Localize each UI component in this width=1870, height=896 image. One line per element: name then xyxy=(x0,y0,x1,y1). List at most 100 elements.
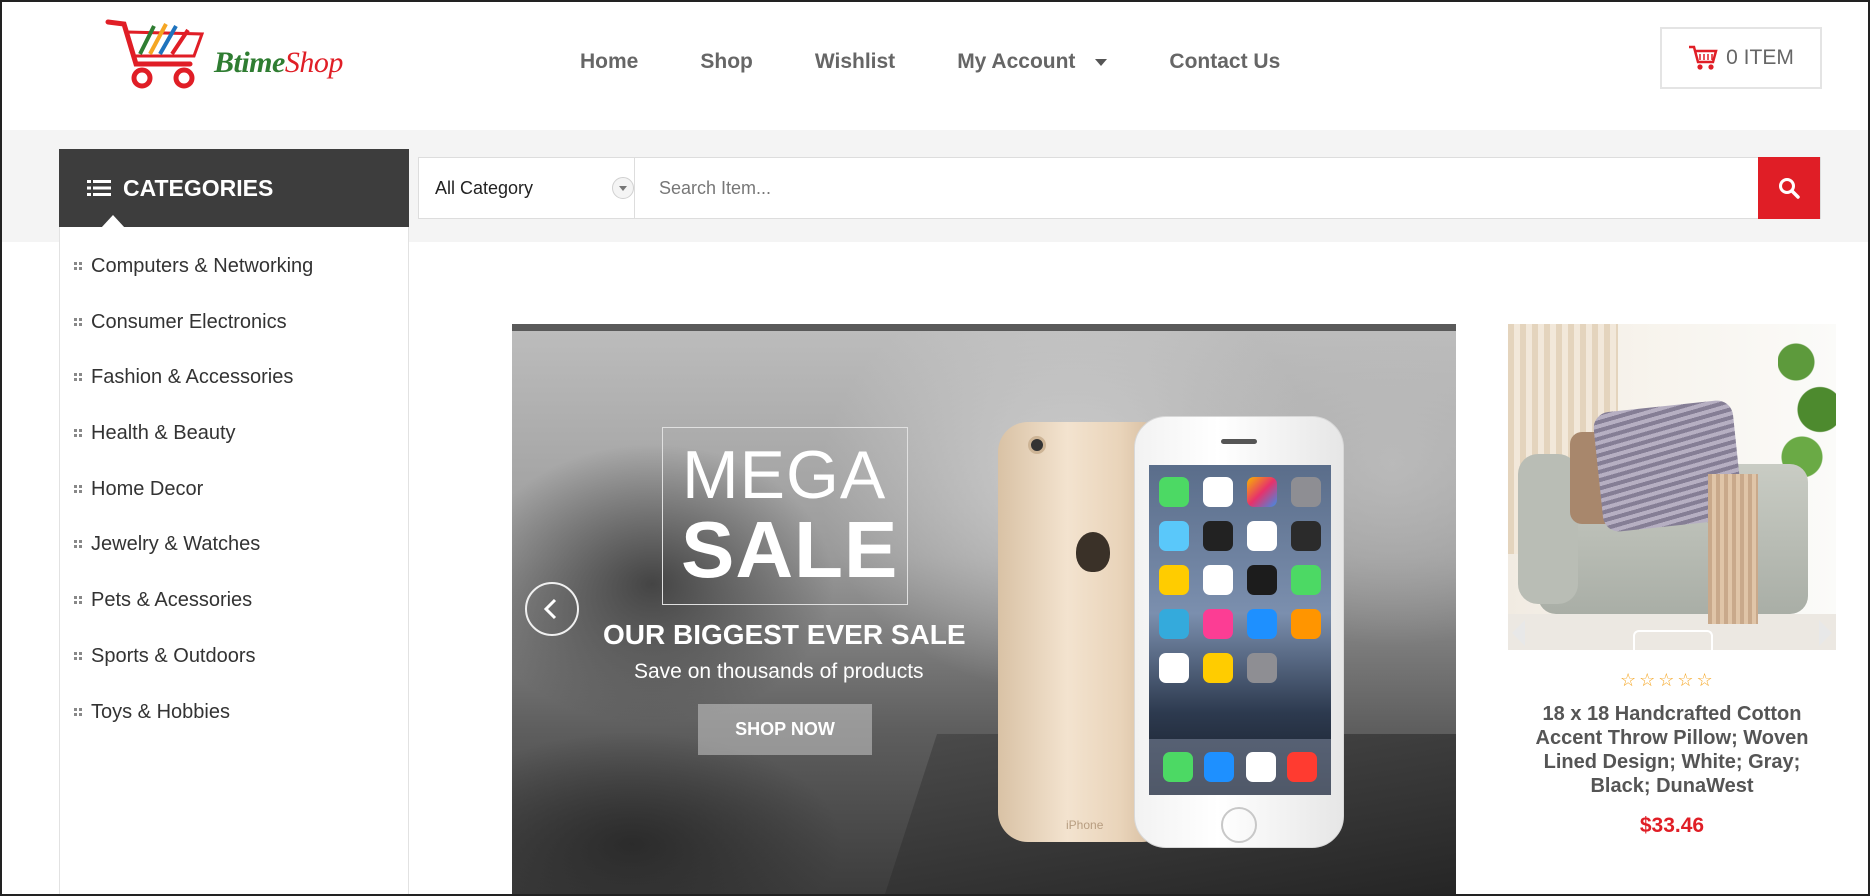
clock-icon xyxy=(1203,521,1233,551)
apple-logo-icon xyxy=(1076,532,1110,572)
category-select[interactable]: All Category xyxy=(419,158,635,218)
camera-lens xyxy=(1028,436,1046,454)
category-item[interactable]: Health & Beauty xyxy=(60,422,408,478)
categories-title: CATEGORIES xyxy=(123,174,274,201)
banner-headline-line1: MEGA xyxy=(682,437,887,513)
category-item[interactable]: Sports & Outdoors xyxy=(60,645,408,701)
category-label: Computers & Networking xyxy=(91,255,314,277)
banner-top-bar xyxy=(512,324,1456,331)
messages-icon xyxy=(1159,477,1189,507)
cart-logo-icon xyxy=(105,19,205,89)
category-label: Consumer Electronics xyxy=(91,310,287,333)
category-item[interactable]: Home Decor xyxy=(60,478,408,534)
maps-icon xyxy=(1247,521,1277,551)
carousel-indicator xyxy=(1633,630,1713,650)
passbook-icon xyxy=(1203,653,1233,683)
nav-shop-label: Shop xyxy=(700,50,753,73)
app-grid xyxy=(1159,477,1321,683)
logo-text-part2: Shop xyxy=(284,46,344,79)
nav-my-account-label: My Account xyxy=(957,50,1076,73)
camera-icon xyxy=(1291,477,1321,507)
list-icon xyxy=(87,180,111,196)
logo-text-part1: Btime xyxy=(214,46,285,79)
dropdown-icon xyxy=(612,177,634,199)
nav-home[interactable]: Home xyxy=(580,50,638,74)
notes-icon xyxy=(1159,565,1189,595)
nav-my-account[interactable]: My Account xyxy=(957,50,1108,74)
categories-header[interactable]: CATEGORIES xyxy=(59,149,409,228)
product-price: $33.46 xyxy=(1639,814,1705,837)
product-image-throw xyxy=(1708,474,1758,624)
category-item[interactable]: Toys & Hobbies xyxy=(60,701,408,757)
product-title[interactable]: 18 x 18 Handcrafted Cotton Accent Throw … xyxy=(1512,702,1832,798)
categories-list: Computers & Networking Consumer Electron… xyxy=(60,227,408,756)
phone-brand-label: iPhone xyxy=(1066,818,1104,832)
phone-home-button xyxy=(1221,807,1257,843)
mail-icon xyxy=(1204,752,1235,782)
game-center-icon xyxy=(1291,565,1321,595)
category-item[interactable]: Pets & Acessories xyxy=(60,589,408,645)
nav-home-label: Home xyxy=(580,50,639,73)
category-label: Jewelry & Watches xyxy=(91,533,261,556)
slider-prev-button[interactable] xyxy=(525,582,579,636)
category-label: Pets & Acessories xyxy=(91,589,253,612)
category-select-value: All Category xyxy=(435,177,534,198)
nav-contact-us[interactable]: Contact Us xyxy=(1169,50,1280,74)
bullet-icon xyxy=(74,429,82,438)
banner-subtagline: Save on thousands of products xyxy=(634,660,924,683)
bullet-icon xyxy=(74,373,82,382)
ibooks-icon xyxy=(1291,609,1321,639)
bullet-icon xyxy=(74,596,82,605)
cart-button[interactable]: 0 ITEM xyxy=(1660,27,1822,89)
shop-now-button[interactable]: SHOP NOW xyxy=(698,704,872,755)
bullet-icon xyxy=(74,484,82,493)
category-label: Fashion & Accessories xyxy=(91,366,294,389)
nav-contact-us-label: Contact Us xyxy=(1169,50,1281,73)
page-frame: BtimeShop Home Shop Wishlist My Account … xyxy=(0,0,1870,896)
bullet-icon xyxy=(74,651,82,660)
category-label: Sports & Outdoors xyxy=(91,644,256,667)
chevron-down-icon xyxy=(1095,58,1108,66)
banner-tagline: OUR BIGGEST EVER SALE xyxy=(603,619,966,650)
product-image[interactable] xyxy=(1508,324,1836,650)
search-button[interactable] xyxy=(1758,157,1820,219)
categories-sidebar: Computers & Networking Consumer Electron… xyxy=(59,227,409,894)
phone-icon xyxy=(1162,752,1193,782)
settings-icon xyxy=(1247,653,1277,683)
main-nav: Home Shop Wishlist My Account Contact Us xyxy=(580,50,1342,74)
phone-dock xyxy=(1149,739,1331,795)
category-item[interactable]: Fashion & Accessories xyxy=(60,366,408,422)
chevron-right-icon[interactable] xyxy=(1819,620,1832,646)
nav-wishlist-label: Wishlist xyxy=(814,50,896,73)
category-item[interactable]: Computers & Networking xyxy=(60,255,408,311)
bullet-icon xyxy=(74,707,82,716)
header: BtimeShop Home Shop Wishlist My Account … xyxy=(2,2,1868,130)
logo[interactable]: BtimeShop xyxy=(102,16,372,96)
bullet-icon xyxy=(74,317,82,326)
phone-screen xyxy=(1149,465,1331,795)
phone-front-image xyxy=(1134,416,1344,848)
category-item[interactable]: Jewelry & Watches xyxy=(60,533,408,589)
health-icon xyxy=(1159,653,1189,683)
chevron-left-icon[interactable] xyxy=(1512,620,1525,646)
phone-speaker xyxy=(1221,439,1257,444)
nav-wishlist[interactable]: Wishlist xyxy=(815,50,895,74)
newsstand-icon xyxy=(1159,609,1189,639)
hero-banner[interactable]: MEGA SALE OUR BIGGEST EVER SALE Save on … xyxy=(512,324,1456,894)
reminders-icon xyxy=(1203,565,1233,595)
bullet-icon xyxy=(74,262,82,270)
cart-icon xyxy=(1689,45,1718,70)
product-image-sofa-arm xyxy=(1518,454,1578,604)
category-item[interactable]: Consumer Electronics xyxy=(60,311,408,367)
banner-headline-line2: SALE xyxy=(681,505,899,594)
rating-stars: ☆☆☆☆☆ xyxy=(1620,670,1716,690)
photos-icon xyxy=(1247,477,1277,507)
category-label: Toys & Hobbies xyxy=(91,700,230,723)
chevron-left-icon xyxy=(543,598,557,620)
nav-shop[interactable]: Shop xyxy=(700,50,753,74)
videos-icon xyxy=(1291,521,1321,551)
weather-icon xyxy=(1159,521,1189,551)
music-icon xyxy=(1287,752,1318,782)
search-input[interactable] xyxy=(635,158,1758,218)
itunes-store-icon xyxy=(1203,609,1233,639)
